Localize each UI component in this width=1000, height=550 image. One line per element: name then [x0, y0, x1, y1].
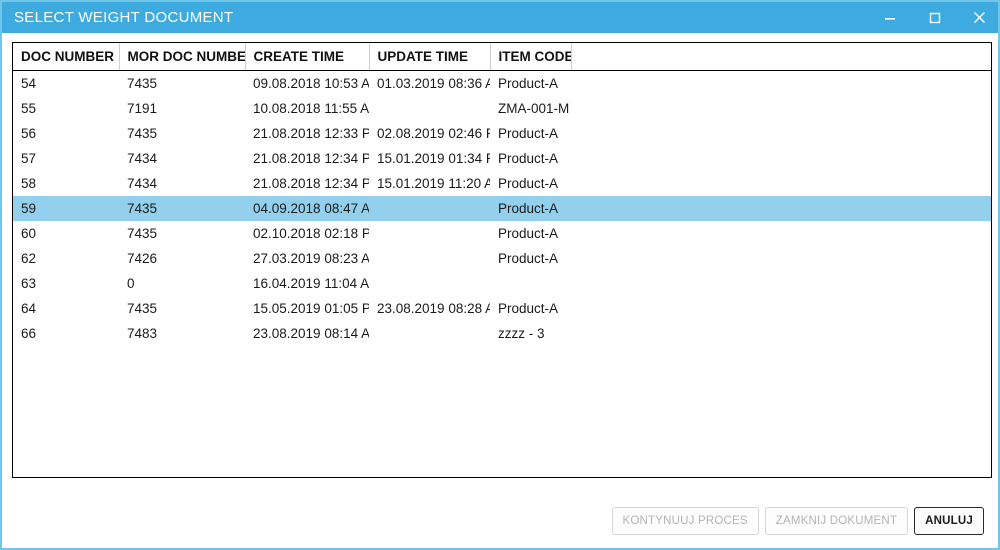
cell-update-time	[369, 321, 490, 346]
cell-item-code: Product-A	[498, 226, 559, 241]
cell-mor-doc-number: 7434	[127, 151, 158, 166]
maximize-icon[interactable]	[912, 2, 957, 33]
table-row[interactable]: 58 7434 21.08.2018 12:34 PM 15.01.2019 11:2…	[13, 171, 991, 196]
cell-filler	[571, 96, 991, 121]
table-row[interactable]: 64 7435 15.05.2019 01:05 PM 23.08.2019 08:2…	[13, 296, 991, 321]
cell-filler	[571, 196, 991, 221]
cell-mor-doc-number: 7435	[127, 301, 158, 316]
cell-create-time: 15.05.2019 01:05 PM	[253, 301, 369, 316]
cell-filler	[571, 296, 991, 321]
column-header-update-time[interactable]: UPDATE TIME	[369, 43, 491, 71]
cell-filler	[571, 246, 991, 271]
minimize-icon[interactable]	[867, 2, 912, 33]
continue-process-button: KONTYNUUJ PROCES	[611, 507, 759, 535]
cell-doc-number: 62	[21, 251, 37, 266]
cell-create-time: 21.08.2018 12:33 PM	[253, 126, 369, 141]
table-body: 54 7435 09.08.2018 10:53 AM 01.03.2019 08:3…	[13, 71, 991, 347]
cell-update-time: 15.01.2019 11:20 AM	[377, 176, 490, 191]
cell-doc-number: 66	[21, 326, 37, 341]
cell-mor-doc-number: 7426	[127, 251, 158, 266]
cell-create-time: 10.08.2018 11:55 AM	[253, 101, 369, 116]
cell-item-code: Product-A	[490, 196, 571, 221]
cell-doc-number: 56	[21, 126, 37, 141]
cell-item-code: Product-A	[498, 251, 559, 266]
table-row[interactable]: 62 7426 27.03.2019 08:23 AM Product-A	[13, 246, 991, 271]
cell-create-time: 27.03.2019 08:23 AM	[253, 251, 369, 266]
cell-filler	[571, 171, 991, 196]
dialog-footer: KONTYNUUJ PROCES ZAMKNIJ DOKUMENT ANULUJ	[2, 504, 998, 538]
cell-update-time: 01.03.2019 08:36 AM	[377, 76, 490, 91]
column-header-doc-number[interactable]: DOC NUMBER	[13, 43, 120, 71]
cell-mor-doc-number: 7434	[127, 176, 158, 191]
column-header-filler	[571, 43, 991, 71]
cell-item-code: ZMA-001-M	[498, 101, 570, 116]
cell-doc-number: 64	[21, 301, 37, 316]
table-row[interactable]: 63 0 16.04.2019 11:04 AM	[13, 271, 991, 296]
window-titlebar: SELECT WEIGHT DOCUMENT	[2, 2, 998, 33]
column-header-mor-doc-number[interactable]: MOR DOC NUMBER	[119, 43, 246, 71]
cell-doc-number: 54	[21, 76, 37, 91]
cell-create-time: 04.09.2018 08:47 AM	[245, 196, 369, 221]
cell-filler	[571, 71, 991, 97]
cell-mor-doc-number: 7435	[119, 196, 245, 221]
cell-item-code: zzzz - 3	[498, 326, 545, 341]
table-row[interactable]: 59 7435 04.09.2018 08:47 AM Product-A	[13, 196, 991, 221]
cell-update-time	[369, 271, 490, 296]
select-weight-document-window: SELECT WEIGHT DOCUMENT DOC NUMBER MOR DO…	[0, 0, 1000, 550]
cell-doc-number: 60	[21, 226, 37, 241]
cell-item-code: Product-A	[498, 176, 559, 191]
cell-update-time	[369, 196, 490, 221]
cell-create-time: 16.04.2019 11:04 AM	[253, 276, 369, 291]
window-title: SELECT WEIGHT DOCUMENT	[14, 9, 234, 26]
close-document-button: ZAMKNIJ DOKUMENT	[764, 507, 909, 535]
cell-update-time: 02.08.2019 02:46 PM	[377, 126, 490, 141]
table-header-row: DOC NUMBER MOR DOC NUMBER CREATE TIME UP…	[13, 43, 991, 71]
cell-doc-number: 55	[21, 101, 37, 116]
cell-update-time: 15.01.2019 01:34 PM	[377, 151, 490, 166]
cell-create-time: 02.10.2018 02:18 PM	[253, 226, 369, 241]
cell-filler	[571, 221, 991, 246]
cell-update-time	[369, 221, 490, 246]
column-header-create-time[interactable]: CREATE TIME	[245, 43, 370, 71]
cell-mor-doc-number: 7483	[127, 326, 158, 341]
cell-item-code: Product-A	[498, 76, 559, 91]
cell-mor-doc-number: 7435	[127, 76, 158, 91]
cell-create-time: 21.08.2018 12:34 PM	[253, 176, 369, 191]
cell-create-time: 09.08.2018 10:53 AM	[253, 76, 369, 91]
table-row[interactable]: 56 7435 21.08.2018 12:33 PM 02.08.2019 02:4…	[13, 121, 991, 146]
close-icon[interactable]	[957, 2, 998, 33]
cell-filler	[571, 146, 991, 171]
table-row[interactable]: 66 7483 23.08.2019 08:14 AM zzzz - 3	[13, 321, 991, 346]
cell-mor-doc-number: 7435	[127, 226, 158, 241]
cell-doc-number: 57	[21, 151, 37, 166]
cell-update-time	[369, 246, 490, 271]
cell-filler	[571, 271, 991, 296]
table-row[interactable]: 54 7435 09.08.2018 10:53 AM 01.03.2019 08:3…	[13, 71, 991, 97]
weight-document-table: DOC NUMBER MOR DOC NUMBER CREATE TIME UP…	[13, 43, 991, 346]
document-table-panel: DOC NUMBER MOR DOC NUMBER CREATE TIME UP…	[12, 42, 992, 478]
cell-item-code	[490, 271, 571, 296]
cell-doc-number: 63	[21, 276, 37, 291]
cell-filler	[571, 321, 991, 346]
table-header: DOC NUMBER MOR DOC NUMBER CREATE TIME UP…	[13, 43, 991, 71]
cell-update-time	[369, 96, 490, 121]
cell-mor-doc-number: 7435	[127, 126, 158, 141]
cell-item-code: Product-A	[498, 126, 559, 141]
cell-doc-number: 59	[13, 196, 119, 221]
table-row[interactable]: 60 7435 02.10.2018 02:18 PM Product-A	[13, 221, 991, 246]
cell-item-code: Product-A	[498, 301, 559, 316]
cell-create-time: 23.08.2019 08:14 AM	[253, 326, 369, 341]
cell-filler	[571, 121, 991, 146]
cell-doc-number: 58	[21, 176, 37, 191]
cell-mor-doc-number: 7191	[127, 101, 158, 116]
table-row[interactable]: 57 7434 21.08.2018 12:34 PM 15.01.2019 01:3…	[13, 146, 991, 171]
table-row[interactable]: 55 7191 10.08.2018 11:55 AM ZMA-001-M	[13, 96, 991, 121]
column-header-item-code[interactable]: ITEM CODE	[490, 43, 572, 71]
cancel-button[interactable]: ANULUJ	[914, 507, 984, 535]
window-controls	[867, 2, 998, 33]
cell-update-time: 23.08.2019 08:28 AM	[377, 301, 490, 316]
cell-create-time: 21.08.2018 12:34 PM	[253, 151, 369, 166]
cell-item-code: Product-A	[498, 151, 559, 166]
cell-mor-doc-number: 0	[127, 276, 135, 291]
